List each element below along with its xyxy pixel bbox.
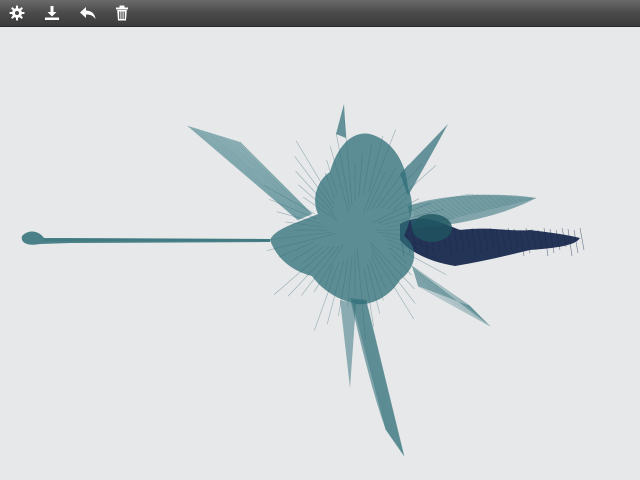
trash-icon xyxy=(116,5,128,21)
dark-node xyxy=(412,214,452,242)
center-mass xyxy=(270,133,415,305)
undo-icon xyxy=(80,7,96,19)
mesh-fills xyxy=(21,104,580,456)
left-strand xyxy=(21,231,270,245)
undo-button[interactable] xyxy=(77,3,99,23)
mesh-line xyxy=(579,227,585,251)
top-toolbar xyxy=(0,0,640,27)
spike-lower xyxy=(350,298,404,456)
mesh-line xyxy=(417,285,491,327)
download-icon xyxy=(45,6,59,20)
spike-lower-left xyxy=(340,300,356,388)
fin-upper-right xyxy=(400,124,448,196)
spike-upper xyxy=(336,104,346,138)
gear-icon xyxy=(9,5,25,21)
delete-button[interactable] xyxy=(111,3,133,23)
sketch-artwork xyxy=(21,104,585,457)
drawing-canvas[interactable] xyxy=(0,27,640,480)
settings-button[interactable] xyxy=(6,3,28,23)
mesh-line xyxy=(417,284,489,325)
drawing-app xyxy=(0,0,640,480)
wedge-upper-left xyxy=(188,126,312,220)
download-button[interactable] xyxy=(41,3,63,23)
mesh-lines xyxy=(44,120,585,457)
